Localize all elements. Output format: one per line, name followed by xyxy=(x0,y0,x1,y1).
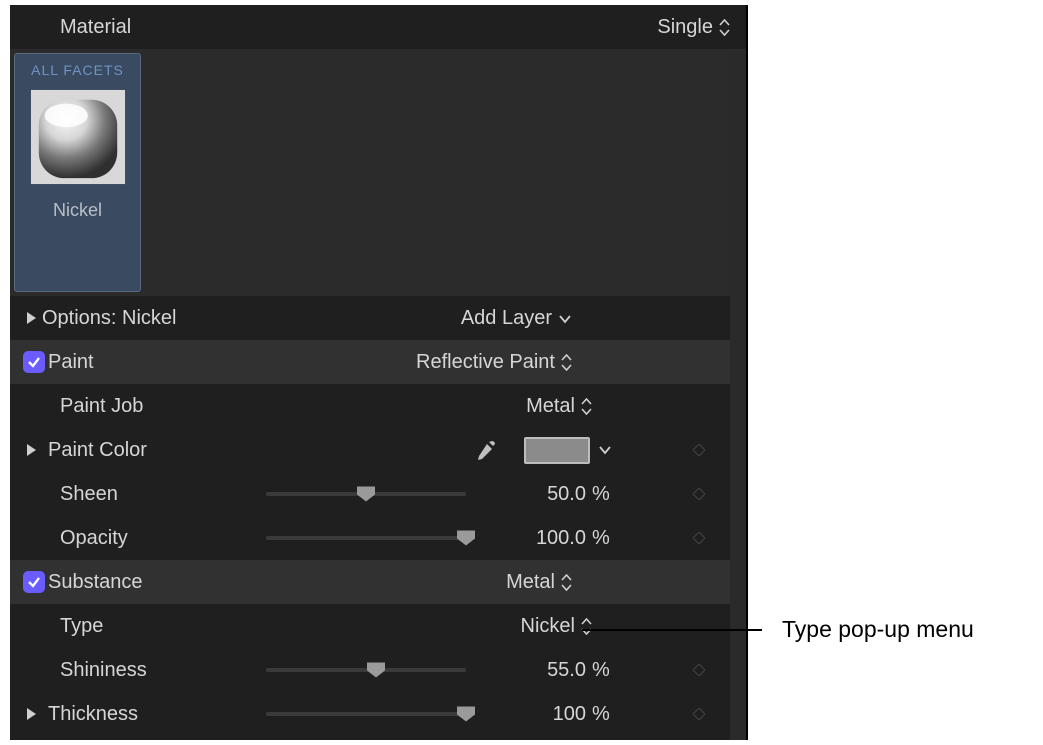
facet-tab-label: ALL FACETS xyxy=(31,62,124,78)
paint-color-swatch-menu[interactable] xyxy=(598,445,612,455)
opacity-unit: % xyxy=(592,527,622,550)
disclosure-triangle-icon[interactable] xyxy=(20,443,42,457)
type-row: Type Nickel xyxy=(10,604,746,648)
add-layer-popup[interactable]: Add Layer xyxy=(461,307,572,330)
updown-icon xyxy=(581,398,592,415)
substance-label: Substance xyxy=(48,571,143,594)
substance-enable-checkbox[interactable] xyxy=(23,571,45,593)
paint-enable-checkbox[interactable] xyxy=(23,351,45,373)
paint-color-swatch[interactable] xyxy=(524,437,590,464)
paint-type-value: Reflective Paint xyxy=(416,351,555,374)
sheen-unit: % xyxy=(592,483,622,506)
paint-job-label: Paint Job xyxy=(60,395,143,418)
eyedropper-button[interactable] xyxy=(466,438,506,462)
keyframe-icon[interactable] xyxy=(692,707,706,721)
slider-thumb-icon[interactable] xyxy=(457,531,475,546)
shininess-row: Shininess 55.0 % xyxy=(10,648,746,692)
material-preview-thumb xyxy=(29,88,127,186)
chevron-down-icon xyxy=(558,307,572,330)
thickness-row: Thickness 100 % xyxy=(10,692,746,736)
paint-type-popup[interactable]: Reflective Paint xyxy=(416,351,572,374)
sheen-row: Sheen 50.0 % xyxy=(10,472,746,516)
opacity-value[interactable]: 100.0 xyxy=(496,527,586,550)
thickness-label: Thickness xyxy=(48,703,138,726)
slider-thumb-icon[interactable] xyxy=(457,707,475,722)
shininess-label: Shininess xyxy=(60,659,147,682)
sheen-value[interactable]: 50.0 xyxy=(496,483,586,506)
type-popup[interactable]: Nickel xyxy=(521,615,592,638)
updown-icon xyxy=(719,19,730,36)
updown-icon xyxy=(561,574,572,591)
substance-value: Metal xyxy=(506,571,555,594)
thickness-value[interactable]: 100 xyxy=(496,703,586,726)
material-mode-label: Single xyxy=(657,16,713,39)
facets-area: ALL FACETS Nickel xyxy=(10,49,746,296)
paint-job-value: Metal xyxy=(526,395,575,418)
sheen-label: Sheen xyxy=(60,483,118,506)
shininess-slider[interactable] xyxy=(266,661,466,679)
substance-section-header: Substance Metal xyxy=(10,560,746,604)
updown-icon xyxy=(561,354,572,371)
updown-icon xyxy=(581,618,592,635)
substance-popup[interactable]: Metal xyxy=(506,571,572,594)
callout-leader-line xyxy=(582,629,762,631)
facet-card[interactable]: ALL FACETS Nickel xyxy=(14,53,141,292)
paint-section-header: Paint Reflective Paint xyxy=(10,340,746,384)
slider-thumb-icon[interactable] xyxy=(367,663,385,678)
scrollbar[interactable] xyxy=(730,50,746,740)
material-title: Material xyxy=(60,16,657,39)
type-value: Nickel xyxy=(521,615,575,638)
disclosure-triangle-icon[interactable] xyxy=(20,707,42,721)
thickness-unit: % xyxy=(592,703,622,726)
facet-name: Nickel xyxy=(53,200,102,221)
keyframe-icon[interactable] xyxy=(692,531,706,545)
opacity-label: Opacity xyxy=(60,527,128,550)
paint-color-row: Paint Color xyxy=(10,428,746,472)
shininess-value[interactable]: 55.0 xyxy=(496,659,586,682)
keyframe-icon[interactable] xyxy=(692,443,706,457)
callout-text: Type pop-up menu xyxy=(782,616,974,643)
paint-job-row: Paint Job Metal xyxy=(10,384,746,428)
options-label: Options: Nickel xyxy=(42,307,177,330)
add-layer-label: Add Layer xyxy=(461,307,552,330)
paint-job-popup[interactable]: Metal xyxy=(526,395,592,418)
paint-label: Paint xyxy=(48,351,94,374)
opacity-slider[interactable] xyxy=(266,529,466,547)
shininess-unit: % xyxy=(592,659,622,682)
thickness-slider[interactable] xyxy=(266,705,466,723)
disclosure-triangle-icon[interactable] xyxy=(20,311,42,325)
material-mode-popup[interactable]: Single xyxy=(657,16,730,39)
slider-thumb-icon[interactable] xyxy=(357,487,375,502)
paint-color-label: Paint Color xyxy=(48,439,147,462)
type-label: Type xyxy=(60,615,103,638)
keyframe-icon[interactable] xyxy=(692,487,706,501)
opacity-row: Opacity 100.0 % xyxy=(10,516,746,560)
material-header: Material Single xyxy=(10,5,746,49)
sheen-slider[interactable] xyxy=(266,485,466,503)
keyframe-icon[interactable] xyxy=(692,663,706,677)
options-row: Options: Nickel Add Layer xyxy=(10,296,746,340)
